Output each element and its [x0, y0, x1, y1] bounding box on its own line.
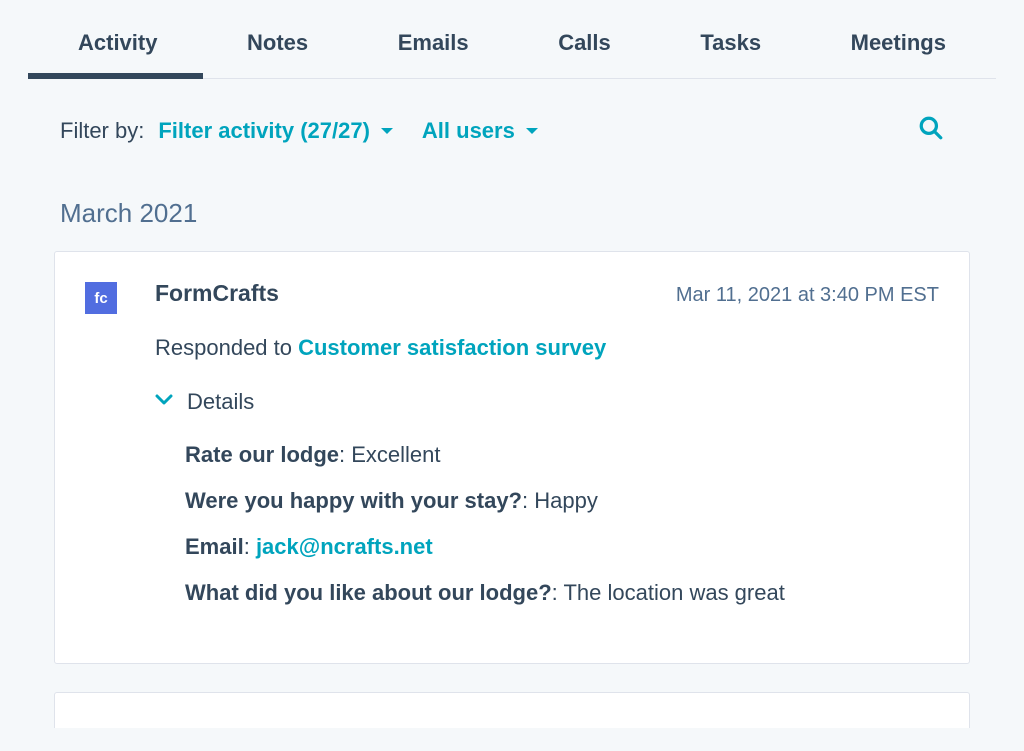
detail-question: What did you like about our lodge? — [185, 580, 552, 605]
detail-line: Were you happy with your stay?: Happy — [185, 485, 939, 517]
detail-answer: Happy — [534, 488, 598, 513]
details-label: Details — [187, 389, 254, 415]
tab-meetings[interactable]: Meetings — [851, 0, 946, 78]
month-heading: March 2021 — [24, 162, 1000, 251]
filter-users-label: All users — [422, 118, 515, 144]
detail-question: Were you happy with your stay? — [185, 488, 522, 513]
tab-calls[interactable]: Calls — [558, 0, 611, 78]
caret-down-icon — [380, 126, 394, 136]
detail-line: Rate our lodge: Excellent — [185, 439, 939, 471]
timeline-timestamp: Mar 11, 2021 at 3:40 PM EST — [676, 284, 939, 307]
details-toggle[interactable]: Details — [155, 389, 939, 415]
tab-activity[interactable]: Activity — [78, 0, 157, 78]
filter-activity-dropdown[interactable]: Filter activity (27/27) — [158, 118, 394, 144]
source-avatar: fc — [85, 282, 117, 314]
detail-answer: Excellent — [351, 442, 440, 467]
detail-answer-link[interactable]: jack@ncrafts.net — [256, 534, 433, 559]
detail-line: Email: jack@ncrafts.net — [185, 531, 939, 563]
detail-answer: The location was great — [563, 580, 784, 605]
detail-line: What did you like about our lodge?: The … — [185, 577, 939, 609]
tab-emails[interactable]: Emails — [398, 0, 469, 78]
responded-prefix: Responded to — [155, 335, 298, 360]
timeline-card-next — [54, 692, 970, 728]
detail-question: Rate our lodge — [185, 442, 339, 467]
chevron-down-icon — [155, 393, 173, 411]
tabs-bar: Activity Notes Emails Calls Tasks Meetin… — [28, 0, 996, 79]
filter-users-dropdown[interactable]: All users — [422, 118, 539, 144]
tab-notes[interactable]: Notes — [247, 0, 308, 78]
search-icon — [918, 115, 944, 141]
filter-bar: Filter by: Filter activity (27/27) All u… — [24, 79, 1000, 162]
responded-line: Responded to Customer satisfaction surve… — [155, 335, 939, 361]
search-button[interactable] — [912, 109, 950, 152]
details-list: Rate our lodge: Excellent Were you happy… — [155, 439, 939, 609]
source-name: FormCrafts — [155, 280, 279, 307]
survey-link[interactable]: Customer satisfaction survey — [298, 335, 606, 360]
caret-down-icon — [525, 126, 539, 136]
tab-tasks[interactable]: Tasks — [700, 0, 761, 78]
detail-question: Email — [185, 534, 244, 559]
filter-activity-label: Filter activity (27/27) — [158, 118, 370, 144]
filter-by-label: Filter by: — [60, 118, 144, 144]
timeline-card: fc FormCrafts Mar 11, 2021 at 3:40 PM ES… — [54, 251, 970, 664]
